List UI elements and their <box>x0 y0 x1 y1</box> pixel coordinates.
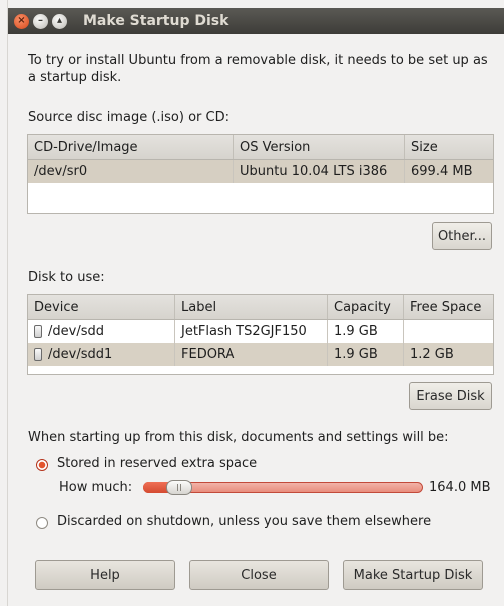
make-startup-disk-window: × – ▴ Make Startup Disk To try or instal… <box>0 0 504 606</box>
disk-capacity-cell: 1.9 GB <box>328 343 404 366</box>
close-icon[interactable]: × <box>14 13 29 29</box>
disk-label-cell: JetFlash TS2GJF150 <box>175 320 328 343</box>
maximize-icon[interactable]: ▴ <box>52 13 67 29</box>
column-header-label[interactable]: Label <box>175 295 328 319</box>
source-size-cell: 699.4 MB <box>411 164 473 179</box>
how-much-value: 164.0 MB <box>429 480 491 495</box>
disk-row[interactable]: /dev/sdd JetFlash TS2GJF150 1.9 GB <box>28 320 493 343</box>
disk-table: Device Label Capacity Free Space /dev/sd… <box>27 294 494 375</box>
stored-radio-label[interactable]: Stored in reserved extra space <box>57 456 257 471</box>
make-startup-disk-button[interactable]: Make Startup Disk <box>343 560 483 590</box>
how-much-label: How much: <box>59 480 133 495</box>
window-left-edge <box>0 0 8 606</box>
source-row[interactable]: /dev/sr0 Ubuntu 10.04 LTS i386 699.4 MB <box>28 160 493 183</box>
source-drive-cell: /dev/sr0 <box>28 160 234 183</box>
help-button[interactable]: Help <box>35 560 175 590</box>
disk-label-cell: FEDORA <box>175 343 328 366</box>
disk-capacity-cell: 1.9 GB <box>328 320 404 343</box>
column-header-os-version[interactable]: OS Version <box>234 135 405 159</box>
window-title: Make Startup Disk <box>83 13 229 29</box>
stored-radio[interactable] <box>36 459 48 471</box>
minimize-icon[interactable]: – <box>33 13 48 29</box>
usb-drive-icon <box>34 325 42 338</box>
source-os-version-cell: Ubuntu 10.04 LTS i386 <box>234 160 405 183</box>
disk-row[interactable]: /dev/sdd1 FEDORA 1.9 GB 1.2 GB <box>28 343 493 366</box>
discard-radio-label[interactable]: Discarded on shutdown, unless you save t… <box>57 514 431 529</box>
column-header-device[interactable]: Device <box>28 295 175 319</box>
close-button[interactable]: Close <box>189 560 329 590</box>
disk-free-space-cell <box>404 320 493 343</box>
title-bar[interactable]: × – ▴ Make Startup Disk <box>8 8 504 34</box>
settings-prompt: When starting up from this disk, documen… <box>28 430 449 445</box>
usb-drive-icon <box>34 348 42 361</box>
disk-free-space-cell: 1.2 GB <box>410 347 454 362</box>
how-much-slider-thumb[interactable] <box>166 480 192 495</box>
source-label: Source disc image (.iso) or CD: <box>28 110 229 125</box>
source-table-header: CD-Drive/Image OS Version Size <box>28 135 493 160</box>
source-table: CD-Drive/Image OS Version Size /dev/sr0 … <box>27 134 494 214</box>
column-header-cd-drive[interactable]: CD-Drive/Image <box>28 135 234 159</box>
discard-radio[interactable] <box>36 517 48 529</box>
column-header-size[interactable]: Size <box>405 135 493 159</box>
disk-device-name: /dev/sdd <box>48 324 104 339</box>
disk-label: Disk to use: <box>28 270 105 285</box>
slider-grip-icon <box>177 484 181 491</box>
disk-device-cell: /dev/sdd1 <box>28 343 175 366</box>
disk-device-cell: /dev/sdd <box>28 320 175 343</box>
disk-device-name: /dev/sdd1 <box>48 347 113 362</box>
column-header-capacity[interactable]: Capacity <box>328 295 404 319</box>
disk-table-header: Device Label Capacity Free Space <box>28 295 493 320</box>
other-button[interactable]: Other... <box>432 222 492 250</box>
erase-disk-button[interactable]: Erase Disk <box>409 382 492 410</box>
column-header-free-space[interactable]: Free Space <box>404 295 493 319</box>
intro-text: To try or install Ubuntu from a removabl… <box>28 53 488 85</box>
